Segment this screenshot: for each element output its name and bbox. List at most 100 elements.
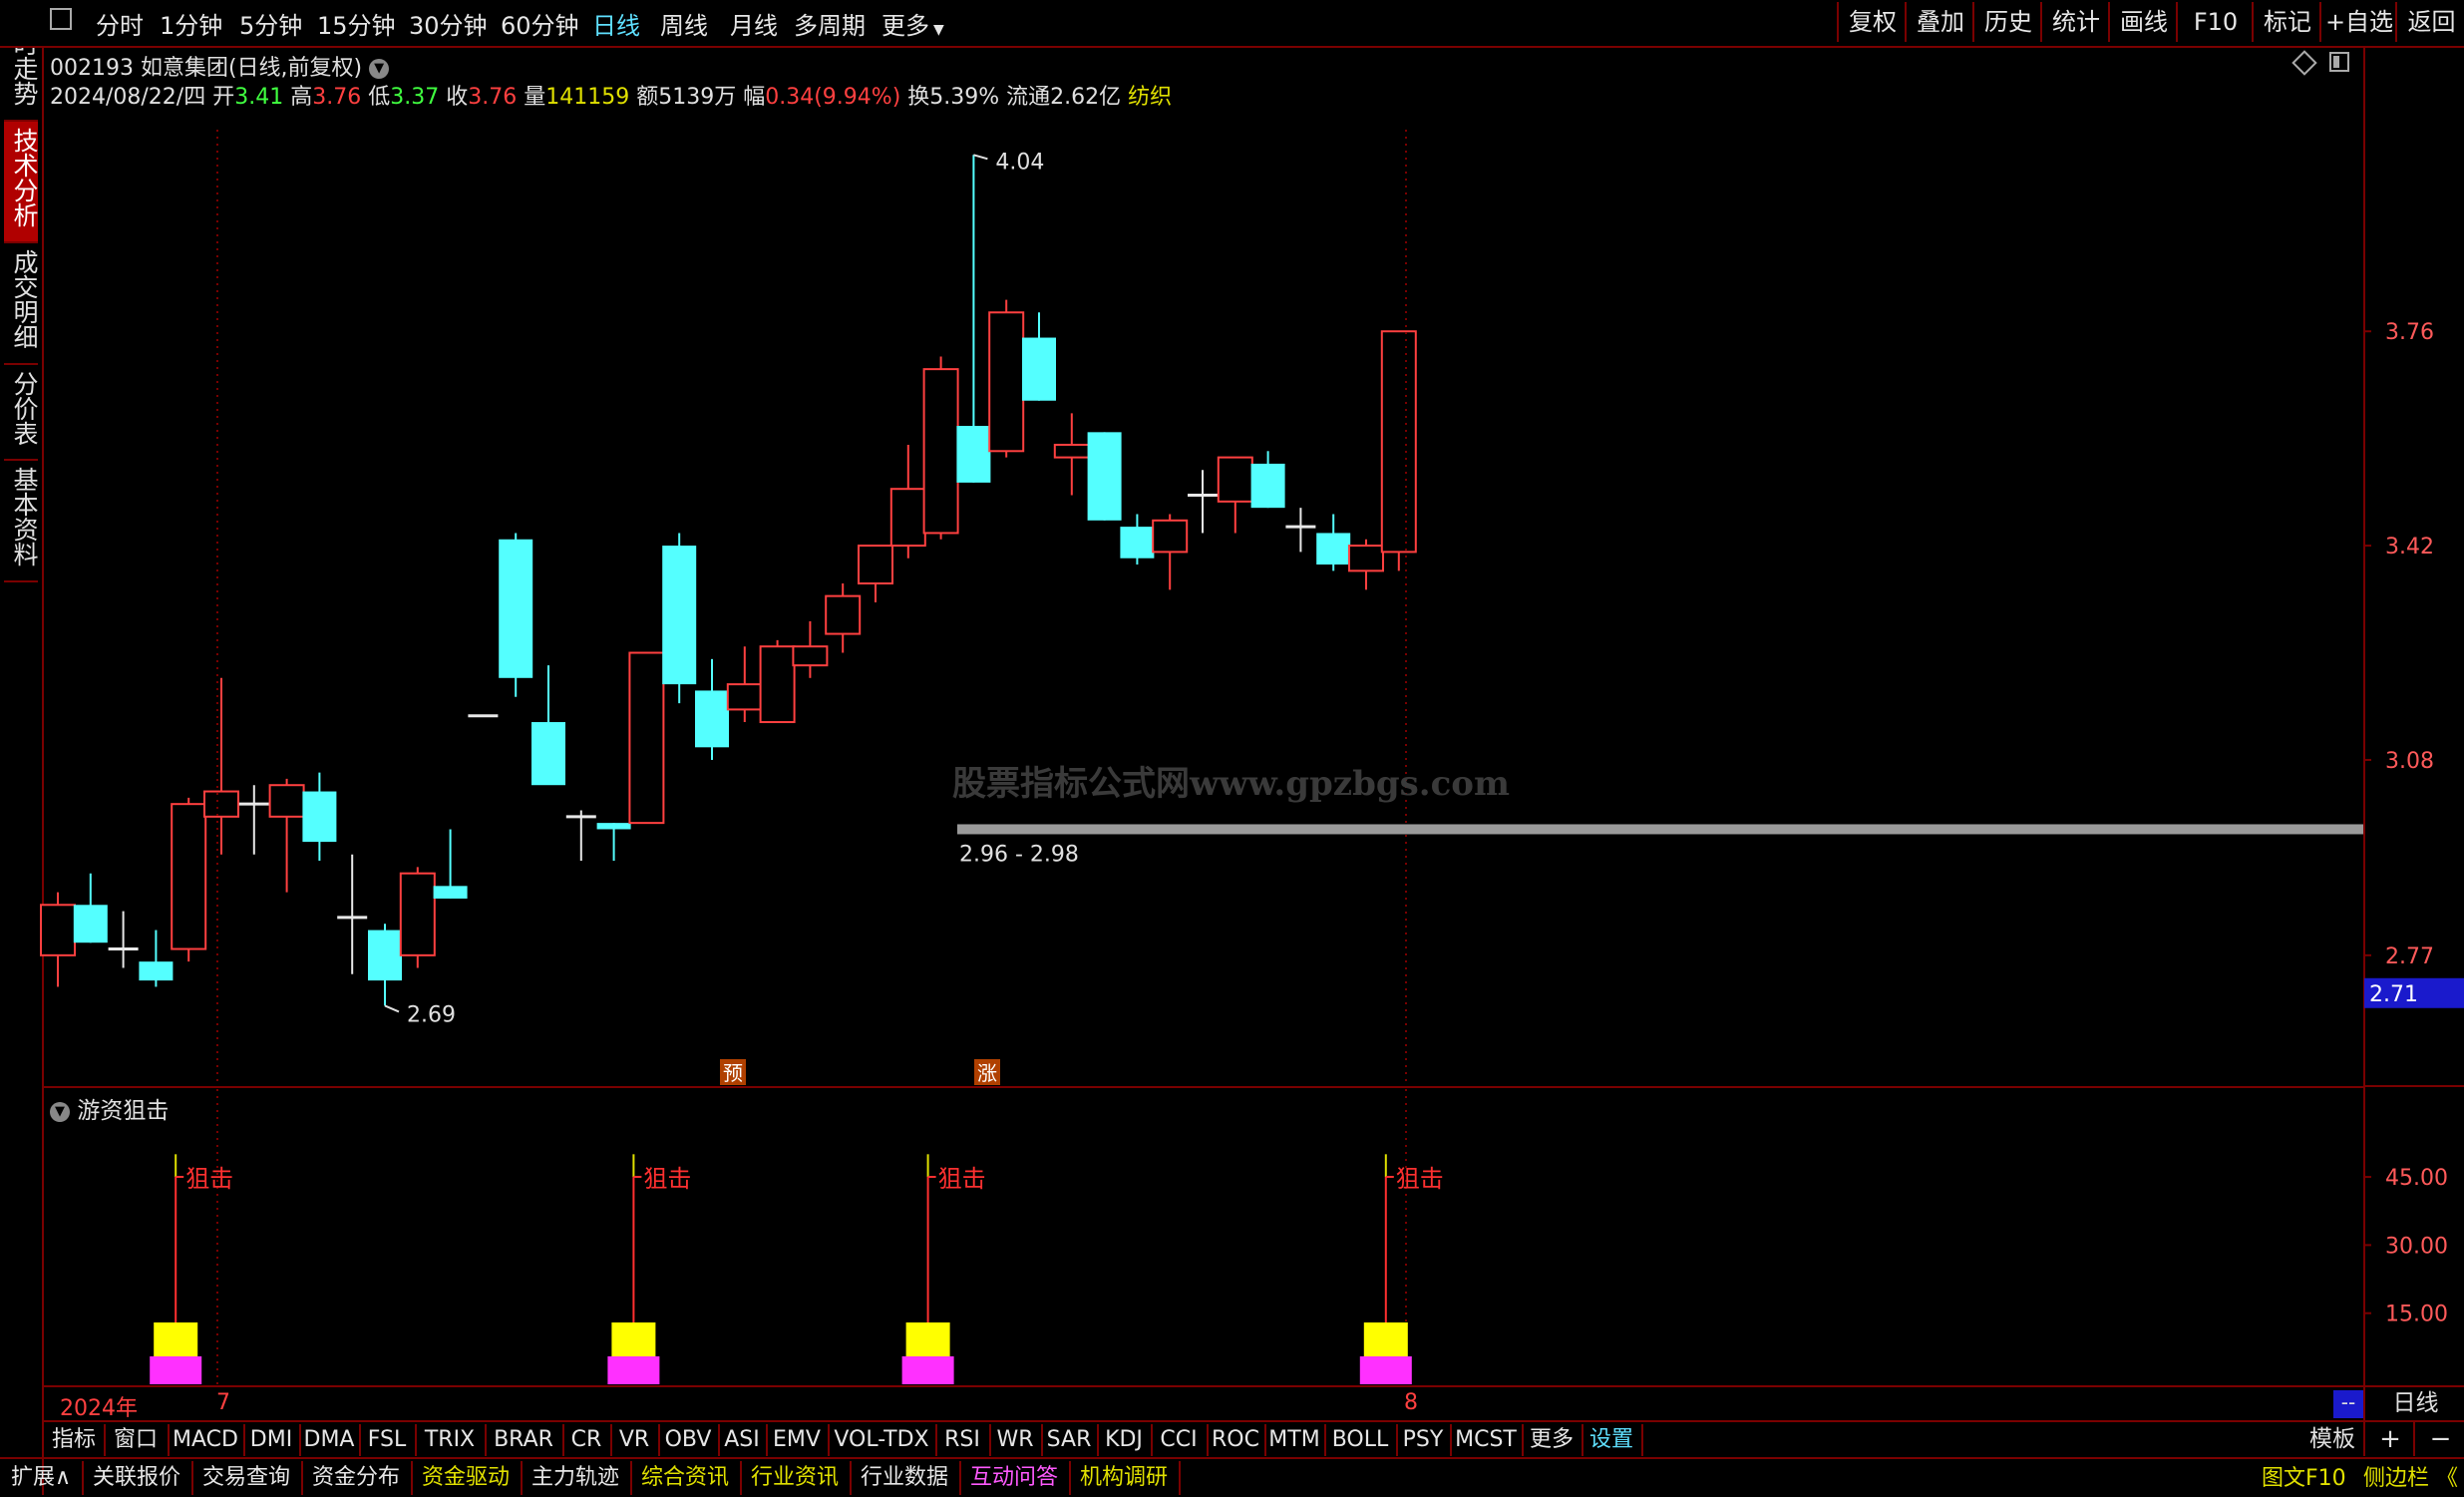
bottom-tab[interactable]: 互动问答 [959, 1461, 1071, 1495]
indicator-tab[interactable]: EMV [766, 1424, 830, 1456]
signal-label: 狙击 [643, 1165, 691, 1193]
candle-body [531, 722, 565, 786]
candle [792, 620, 829, 678]
indicator-tab[interactable]: ASI [718, 1424, 768, 1456]
timeline-corner[interactable]: -- [2333, 1390, 2363, 1418]
chart-canvas: 4.042.692.96 - 2.98预涨 狙击 狙击 狙击 狙击 3.763.423… [40, 130, 2464, 1387]
bottom-tab[interactable]: 关联报价 [82, 1461, 193, 1495]
candle [922, 356, 959, 540]
indicator-tab[interactable]: MCST [1450, 1424, 1524, 1456]
candle-body [988, 311, 1025, 453]
indicator-tab[interactable]: PSY [1396, 1424, 1452, 1456]
low-marker-label: 2.69 [407, 1002, 456, 1027]
candle-body [825, 594, 862, 635]
candle-body [1348, 545, 1384, 572]
candle [858, 545, 893, 602]
bottom-tab[interactable]: 机构调研 [1069, 1461, 1181, 1495]
signal-bar-yellow [154, 1322, 198, 1356]
high-marker-arrow [973, 154, 988, 161]
badge-up: 涨 [977, 1061, 997, 1085]
signal-bar-magenta [607, 1356, 660, 1384]
indicator-tick-label: 15.00 [2385, 1303, 2448, 1327]
indicator-tab[interactable]: BOLL [1324, 1424, 1398, 1456]
indicator-tab[interactable]: DMA [299, 1424, 361, 1456]
indicator-tab[interactable]: MACD [168, 1424, 245, 1456]
indicator-tab[interactable]: 指标 [44, 1424, 106, 1456]
candle-body [1250, 463, 1285, 509]
indicator-tab[interactable]: VOL-TDX [828, 1424, 937, 1456]
support-band [957, 824, 2363, 835]
signal-bar-yellow [611, 1322, 656, 1356]
current-price-tag: 2.71 [2369, 982, 2418, 1007]
indicator-tab[interactable]: WR [989, 1424, 1043, 1456]
candle [1250, 451, 1285, 509]
signal-group: 狙击 [607, 1154, 691, 1384]
indicator-tab[interactable]: DMI [243, 1424, 301, 1456]
bottom-tab[interactable]: 资金驱动 [411, 1461, 523, 1495]
candle [40, 892, 76, 987]
bottom-tabs-bar: 扩展∧ 关联报价 交易查询 资金分布 资金驱动 主力轨迹 综合资讯 行业资讯 行业数据 互动问答机… [0, 1457, 2464, 1497]
indicator-tabs-bar: 指标 窗口 MACD DMI DMA FSL TRIX BRAR CR VR OBV ASI EMV VO… [42, 1420, 2464, 1458]
signal-bar-magenta [901, 1356, 954, 1384]
indicator-tab[interactable]: OBV [658, 1424, 720, 1456]
timeline-month-7: 7 [216, 1390, 230, 1415]
price-tick-label: 2.77 [2385, 944, 2434, 969]
zoom-in-button[interactable]: + [2363, 1422, 2415, 1456]
indicator-tab[interactable]: KDJ [1097, 1424, 1153, 1456]
indicator-tab[interactable]: 更多 [1522, 1424, 1584, 1456]
candle [203, 677, 239, 855]
bottom-tab[interactable]: 行业数据 [850, 1461, 961, 1495]
candle-body [726, 683, 763, 711]
indicator-tab[interactable]: TRIX [415, 1424, 487, 1456]
indicator-tab[interactable]: VR [610, 1424, 660, 1456]
indicator-tab[interactable]: 窗口 [104, 1424, 170, 1456]
candle-body [1053, 443, 1090, 459]
indicator-tab[interactable]: FSL [359, 1424, 417, 1456]
candle-body [628, 651, 665, 825]
template-button[interactable]: 模板 [2303, 1422, 2361, 1456]
bottom-tab[interactable]: 主力轨迹 [521, 1461, 632, 1495]
zoom-out-button[interactable]: − [2413, 1422, 2464, 1456]
candle [825, 583, 862, 653]
bottom-tab[interactable]: 扩展∧ [0, 1461, 84, 1495]
candle-body [1316, 533, 1351, 565]
signal-bar-magenta [1359, 1356, 1412, 1384]
indicator-tab[interactable]: MTM [1264, 1424, 1326, 1456]
indicator-tab[interactable]: BRAR [485, 1424, 564, 1456]
candle [889, 444, 926, 559]
bottom-tab[interactable]: 综合资讯 [630, 1461, 742, 1495]
indicator-tab[interactable]: RSI [935, 1424, 991, 1456]
sidebar-toggle-button[interactable]: 侧边栏 《 [2363, 1460, 2458, 1492]
candle [1120, 514, 1155, 565]
candle-body [302, 791, 337, 843]
candle [1380, 330, 1417, 571]
bottom-tab[interactable]: 交易查询 [191, 1461, 303, 1495]
chevron-down-icon[interactable]: ▼ [50, 1101, 70, 1122]
price-tick-label: 3.76 [2385, 320, 2434, 345]
f10-graphic-button[interactable]: 图文F10 [2262, 1460, 2346, 1492]
signal-bar-yellow [905, 1322, 950, 1356]
indicator-tab[interactable]: ROC [1207, 1424, 1266, 1456]
candle [988, 299, 1025, 458]
candle [1316, 514, 1351, 571]
candle-body [203, 790, 239, 818]
indicator-tab[interactable]: SAR [1041, 1424, 1099, 1456]
watermark: 股票指标公式网www.gpzbgs.com [952, 764, 1510, 804]
candle [238, 785, 269, 855]
indicator-tab[interactable]: CR [562, 1424, 612, 1456]
signal-bar-magenta [150, 1356, 202, 1384]
candle-body [268, 784, 305, 818]
indicator-title[interactable]: ▼ 游资狙击 [50, 1091, 169, 1125]
candle-body [40, 904, 76, 956]
indicator-tab[interactable]: CCI [1151, 1424, 1209, 1456]
candle [759, 639, 796, 724]
candle [108, 911, 139, 968]
candle [565, 810, 596, 862]
period-label[interactable]: 日线 [2363, 1386, 2464, 1420]
bottom-tab[interactable]: 资金分布 [301, 1461, 413, 1495]
indicator-name: 游资狙击 [77, 1098, 170, 1124]
candle [399, 867, 436, 968]
bottom-tab[interactable]: 行业资讯 [740, 1461, 852, 1495]
axis-layer: 3.76 3.42 3.08 2.77 2.71 45.00 30.00 15.00 [2363, 320, 2464, 1327]
indicator-tab[interactable]: 设置 [1582, 1424, 1643, 1456]
